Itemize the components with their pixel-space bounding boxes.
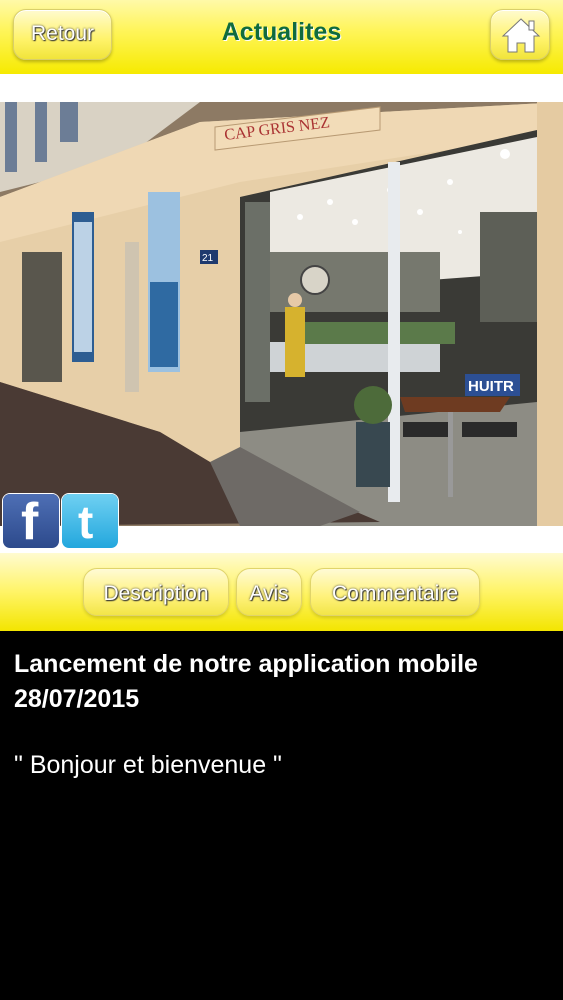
back-button-label: Retour — [30, 22, 95, 45]
door-number: 21 — [202, 253, 214, 264]
tab-avis-label: Avis — [249, 582, 289, 605]
back-button[interactable]: Retour — [13, 9, 112, 60]
facebook-button[interactable]: f — [3, 493, 59, 551]
top-spacer — [0, 74, 563, 102]
top-bar: Retour Actualites — [0, 0, 563, 74]
shop-photo: CAP GRIS NEZ 21 HUITR — [0, 102, 563, 526]
tab-commentaire[interactable]: Commentaire — [310, 568, 480, 616]
tab-description[interactable]: Description — [83, 568, 229, 616]
article-body: " Bonjour et bienvenue " — [14, 751, 282, 779]
oyster-sign: HUITR — [468, 378, 514, 395]
tab-commentaire-label: Commentaire — [331, 582, 459, 605]
tab-avis[interactable]: Avis — [236, 568, 302, 616]
home-button[interactable] — [490, 9, 550, 60]
tab-bar: Description Avis Commentaire — [0, 553, 563, 631]
facebook-icon: f — [21, 493, 39, 551]
twitter-button[interactable]: t — [62, 494, 118, 548]
twitter-icon: t — [78, 496, 94, 548]
article-content: Lancement de notre application mobile 28… — [0, 631, 563, 1000]
page-title: Actualites — [221, 18, 342, 46]
article-headline: Lancement de notre application mobile 28… — [14, 650, 478, 713]
tab-description-label: Description — [103, 582, 209, 605]
home-icon — [501, 18, 541, 53]
